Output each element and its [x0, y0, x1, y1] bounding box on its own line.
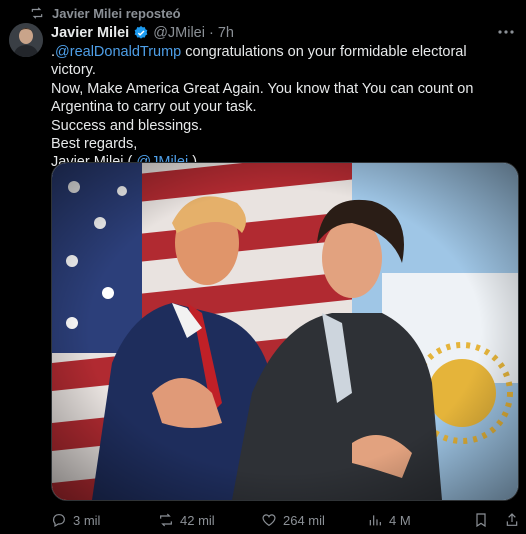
repost-button[interactable]: 42 mil [158, 512, 215, 528]
more-options-button[interactable] [496, 25, 516, 39]
like-count: 264 mil [283, 512, 325, 528]
reply-icon [53, 514, 65, 528]
tweet-line-3: Argentina to carry out your task. [51, 99, 257, 116]
tweet-header: Javier Milei @JMilei · 7h [51, 23, 234, 43]
repost-indicator[interactable]: Javier Milei reposteó [30, 4, 181, 22]
tweet-actions: 3 mil 42 mil 264 mil 4 M [51, 510, 521, 530]
tweet-photo[interactable] [51, 162, 519, 501]
author-handle[interactable]: @JMilei [153, 25, 205, 41]
repost-icon [31, 7, 43, 19]
reply-count: 3 mil [73, 512, 101, 528]
views-chart-icon [369, 515, 381, 526]
heart-icon [262, 514, 276, 527]
author-name[interactable]: Javier Milei [51, 25, 129, 41]
views-count: 4 M [389, 512, 411, 528]
repost-text: Javier Milei reposteó [52, 5, 181, 21]
tweet-line-1: .@realDonaldTrump congratulations on you… [51, 43, 513, 80]
more-options-icon [498, 30, 514, 34]
bookmark-icon [476, 513, 486, 528]
mention-realdonaldtrump[interactable]: @realDonaldTrump [55, 44, 181, 60]
reply-button[interactable]: 3 mil [51, 512, 100, 528]
views-button[interactable]: 4 M [367, 512, 411, 528]
repost-count: 42 mil [180, 512, 215, 528]
bookmark-button[interactable] [473, 512, 489, 528]
verified-badge-icon [134, 26, 148, 39]
like-button[interactable]: 264 mil [261, 512, 325, 528]
share-button[interactable] [504, 512, 520, 528]
tweet-line-5: Best regards, [51, 136, 138, 153]
repost-icon [160, 513, 172, 527]
tweet-line-4: Success and blessings. [51, 117, 203, 134]
avatar[interactable] [9, 23, 43, 57]
separator: · [208, 25, 214, 41]
tweet-time[interactable]: 7h [218, 25, 234, 41]
share-icon [506, 513, 518, 526]
tweet-line-2: Now, Make America Great Again. You know … [51, 80, 474, 97]
tweet-text: .@realDonaldTrump congratulations on you… [51, 43, 513, 172]
